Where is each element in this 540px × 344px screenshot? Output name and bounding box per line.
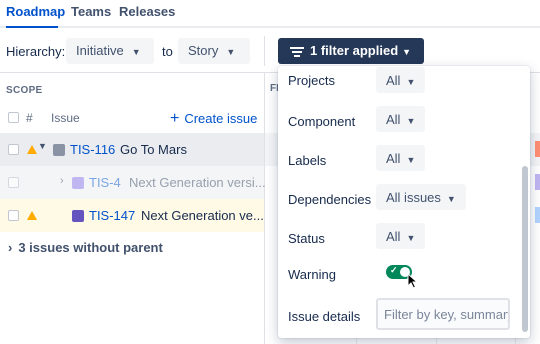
epic-icon — [72, 177, 84, 189]
filter-row-status: Status All ▼ — [288, 223, 518, 253]
issue-key[interactable]: TIS-147 — [89, 208, 135, 223]
select-value: All — [386, 112, 401, 127]
to-label: to — [162, 44, 173, 59]
create-issue-button[interactable]: + Create issue — [170, 110, 257, 128]
select-value: All — [386, 73, 401, 88]
chevron-down-icon: ▼ — [406, 233, 416, 243]
select-value: All — [386, 151, 401, 166]
tab-roadmap[interactable]: Roadmap — [6, 4, 65, 19]
issues-without-parent[interactable]: › 3 issues without parent — [8, 240, 163, 255]
top-tabs: Roadmap Teams Releases — [0, 0, 540, 28]
filter-bar: Hierarchy: Initiative ▼ to Story ▼ 1 filte… — [0, 36, 540, 66]
filter-label: Component — [288, 114, 356, 129]
filter-row-component: Component All ▼ — [288, 106, 518, 136]
projects-select[interactable]: All ▼ — [376, 67, 426, 93]
table-row[interactable]: TIS-147 Next Generation ve... — [0, 199, 264, 232]
row-checkbox[interactable] — [8, 210, 19, 221]
filter-label: Issue details — [288, 309, 361, 324]
hierarchy-from-value: Initiative — [76, 43, 124, 58]
hierarchy-from-select[interactable]: Initiative ▼ — [66, 38, 154, 64]
chevron-down-icon: ▼ — [226, 47, 236, 57]
hierarchy-to-select[interactable]: Story ▼ — [178, 38, 250, 64]
issue-details-input[interactable]: Filter by key, summary — [376, 298, 510, 330]
table-row[interactable]: ▼ TIS-116 Go To Mars — [0, 133, 264, 166]
scope-label: SCOPE — [6, 85, 43, 96]
filter-label: Projects — [288, 73, 335, 88]
filter-row-dependencies: Dependencies All issues ▼ — [288, 184, 518, 214]
issue-key[interactable]: TIS-116 — [70, 142, 115, 157]
issue-key[interactable]: TIS-4 — [89, 175, 121, 190]
select-value: All — [386, 229, 401, 244]
component-select[interactable]: All ▼ — [376, 106, 426, 132]
col-hash: # — [26, 111, 33, 125]
chevron-down-icon: ▼ — [406, 116, 416, 126]
table-row[interactable]: › TIS-4 Next Generation versi... — [0, 166, 266, 199]
chevron-down-icon: ▼ — [402, 47, 412, 57]
hierarchy-to-value: Story — [188, 43, 219, 58]
filter-label: Labels — [288, 153, 327, 168]
select-value: All issues — [386, 190, 441, 205]
tab-teams[interactable]: Teams — [71, 4, 111, 19]
dependencies-select[interactable]: All issues ▼ — [376, 184, 466, 210]
issue-title[interactable]: Next Generation versi... — [129, 175, 266, 190]
issue-details-placeholder: Filter by key, summary — [384, 307, 510, 322]
warning-icon — [27, 145, 37, 154]
status-select[interactable]: All ▼ — [376, 223, 426, 249]
issue-title[interactable]: Next Generation ve... — [141, 208, 264, 223]
row-checkbox[interactable] — [8, 144, 19, 155]
timeline-bar[interactable] — [535, 174, 540, 190]
filter-label: Warning — [288, 267, 336, 282]
chevron-down-icon: ▼ — [446, 194, 456, 204]
row-checkbox[interactable] — [8, 177, 19, 188]
plus-icon: + — [170, 110, 180, 127]
active-tab-indicator — [6, 26, 58, 28]
chevron-down-icon: ▼ — [131, 47, 141, 57]
filter-button[interactable]: 1 filter applied ▼ — [278, 38, 424, 64]
chevron-down-icon: ▼ — [406, 155, 416, 165]
timeline-bar[interactable] — [535, 207, 540, 223]
timeline-bar[interactable] — [535, 141, 540, 157]
filter-button-label: 1 filter applied — [310, 43, 399, 58]
tab-releases[interactable]: Releases — [119, 4, 175, 19]
filter-icon — [290, 45, 304, 59]
issue-title[interactable]: Go To Mars — [120, 142, 187, 157]
labels-select[interactable]: All ▼ — [376, 145, 426, 171]
filter-row-labels: Labels All ▼ — [288, 145, 518, 175]
chevron-down-icon[interactable]: ▼ — [38, 141, 47, 151]
filter-row-issue-details: Issue details Filter by key, summary — [288, 298, 518, 336]
create-issue-label: Create issue — [184, 111, 258, 126]
check-icon: ✓ — [390, 265, 398, 275]
filter-label: Dependencies — [288, 192, 372, 207]
mouse-cursor-icon — [407, 273, 419, 289]
epic-icon — [72, 210, 84, 222]
filter-label: Status — [288, 231, 325, 246]
filter-row-warning: Warning ✓ — [288, 263, 518, 293]
chevron-right-icon[interactable]: › — [60, 175, 64, 187]
hierarchy-label: Hierarchy: — [6, 44, 66, 59]
issues-without-parent-label: 3 issues without parent — [18, 240, 163, 255]
filter-row-projects: Projects All ▼ — [288, 66, 518, 96]
filter-dropdown-panel: Projects All ▼ Component All ▼ Labels All ▼… — [278, 66, 530, 338]
toolbar-divider — [264, 36, 265, 66]
col-issue: Issue — [51, 111, 80, 125]
select-all-checkbox[interactable] — [8, 112, 19, 123]
panel-scrollbar[interactable] — [522, 166, 528, 332]
initiative-icon — [53, 144, 65, 156]
warning-icon — [27, 211, 37, 220]
chevron-down-icon: ▼ — [406, 77, 416, 87]
chevron-right-icon: › — [8, 240, 13, 255]
